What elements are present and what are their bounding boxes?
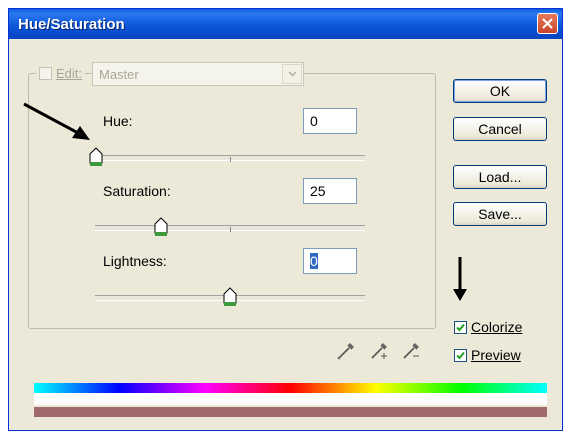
- cancel-button[interactable]: Cancel: [453, 117, 547, 141]
- lightness-value-selected: 0: [310, 253, 318, 269]
- annotation-arrow-colorize: [453, 257, 467, 301]
- saturation-slider-thumb[interactable]: [154, 217, 168, 237]
- preview-label: Preview: [471, 347, 521, 363]
- edit-select-value: Master: [99, 67, 139, 82]
- preview-checkbox-box[interactable]: [454, 348, 467, 362]
- hue-input[interactable]: 0: [303, 108, 357, 134]
- edit-label: Edit:: [36, 66, 86, 81]
- hue-center-tick: [230, 157, 231, 162]
- eyedropper-icon[interactable]: [336, 339, 358, 361]
- hue-saturation-dialog: Hue/Saturation Edit: Master Hue: 0 Satur…: [8, 8, 563, 431]
- saturation-input[interactable]: 25: [303, 178, 357, 204]
- save-button[interactable]: Save...: [453, 202, 547, 226]
- saturation-label: Saturation:: [103, 183, 171, 199]
- colorize-checkbox[interactable]: Colorize: [454, 319, 522, 335]
- edit-select-arrow: [282, 64, 302, 84]
- eyedropper-minus-icon[interactable]: [401, 339, 423, 361]
- colorize-label: Colorize: [471, 319, 523, 335]
- preview-checkbox[interactable]: Preview: [454, 347, 521, 363]
- lightness-slider-thumb[interactable]: [223, 287, 237, 307]
- edit-select: Master: [92, 62, 304, 86]
- input-spectrum-bar: [34, 383, 547, 393]
- output-color-bar: [34, 407, 547, 417]
- colorize-checkbox-box[interactable]: [454, 320, 467, 334]
- annotation-arrow-hue: [23, 102, 90, 140]
- close-icon: [542, 18, 553, 29]
- ok-button[interactable]: OK: [453, 79, 547, 103]
- screenshot-frame: Hue/Saturation Edit: Master Hue: 0 Satur…: [0, 0, 571, 437]
- edit-checkbox-disabled: [39, 67, 52, 80]
- spectrum-divider: [34, 393, 547, 405]
- load-button[interactable]: Load...: [453, 165, 547, 189]
- chevron-down-icon: [287, 71, 297, 77]
- title-bar[interactable]: Hue/Saturation: [9, 9, 562, 39]
- eyedropper-plus-icon[interactable]: [369, 339, 391, 361]
- hue-label: Hue:: [103, 113, 133, 129]
- saturation-center-tick: [230, 227, 231, 232]
- hue-slider-thumb[interactable]: [89, 147, 103, 167]
- lightness-input[interactable]: 0: [303, 248, 357, 274]
- lightness-label: Lightness:: [103, 253, 167, 269]
- dialog-title: Hue/Saturation: [18, 15, 125, 33]
- checkmark-icon: [456, 351, 465, 359]
- close-button[interactable]: [537, 13, 558, 34]
- checkmark-icon: [456, 323, 465, 331]
